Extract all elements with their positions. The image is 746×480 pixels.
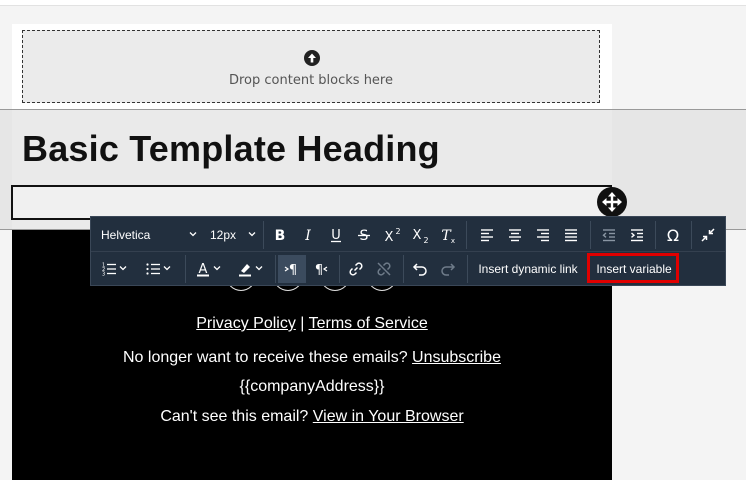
align-right-icon[interactable]: [529, 219, 557, 251]
strikethrough-icon[interactable]: S: [350, 219, 378, 251]
top-bar: [0, 0, 746, 6]
upload-arrow-icon: [304, 50, 320, 66]
svg-text:x: x: [451, 237, 455, 243]
svg-text:I: I: [304, 228, 311, 243]
collapse-icon[interactable]: [694, 219, 722, 251]
svg-text:3: 3: [102, 272, 105, 278]
svg-text:U: U: [331, 228, 341, 243]
text-color-icon[interactable]: A: [189, 254, 229, 284]
company-address: {{companyAddress}}: [239, 378, 385, 395]
clear-format-icon[interactable]: Tx: [434, 219, 462, 251]
font-family-select[interactable]: Helvetica: [91, 219, 203, 251]
unsubscribe-line: No longer want to receive these emails? …: [12, 349, 612, 367]
bold-icon[interactable]: B: [266, 219, 294, 251]
ltr-icon[interactable]: ¶: [278, 255, 306, 283]
toolbar-divider: [691, 221, 692, 249]
svg-text:2: 2: [395, 227, 400, 236]
font-size-value: 12px: [210, 228, 237, 242]
toolbar-divider: [185, 255, 186, 283]
privacy-policy-link[interactable]: Privacy Policy: [196, 315, 296, 332]
italic-icon[interactable]: I: [294, 219, 322, 251]
align-left-icon[interactable]: [473, 219, 501, 251]
browser-line: Can't see this email? View in Your Brows…: [12, 408, 612, 426]
bullet-list-icon[interactable]: [139, 254, 179, 284]
toolbar-divider: [467, 255, 468, 283]
outdent-icon[interactable]: [595, 219, 623, 251]
link-icon[interactable]: [342, 255, 370, 283]
svg-text:¶: ¶: [289, 263, 297, 277]
svg-text:2: 2: [423, 236, 428, 243]
terms-of-service-link[interactable]: Terms of Service: [309, 315, 428, 332]
align-center-icon[interactable]: [501, 219, 529, 251]
link-separator: |: [300, 315, 305, 332]
toolbar-divider: [655, 221, 656, 249]
justify-icon[interactable]: [557, 219, 585, 251]
svg-text:Ω: Ω: [667, 227, 679, 243]
redo-icon[interactable]: [434, 255, 462, 283]
drop-zone-label: Drop content blocks here: [228, 73, 393, 88]
toolbar-divider: [590, 221, 591, 249]
chevron-down-icon: [187, 228, 199, 243]
chevron-down-icon: [211, 262, 223, 277]
subscript-icon[interactable]: X2: [406, 219, 434, 251]
rtl-icon[interactable]: ¶: [306, 255, 334, 283]
move-icon[interactable]: [597, 187, 627, 217]
svg-text:¶: ¶: [315, 263, 323, 277]
highlight-icon[interactable]: [231, 254, 271, 284]
chevron-down-icon: [246, 228, 258, 243]
footer-links: Privacy Policy | Terms of Service: [12, 315, 612, 333]
template-heading[interactable]: Basic Template Heading: [22, 128, 440, 170]
numbered-list-icon[interactable]: 123: [95, 254, 135, 284]
chevron-down-icon: [161, 262, 173, 277]
browser-prefix: Can't see this email?: [160, 408, 309, 425]
toolbar-divider: [339, 255, 340, 283]
svg-text:B: B: [275, 228, 286, 243]
unlink-icon[interactable]: [370, 255, 398, 283]
highlight-box: [587, 253, 679, 283]
unsubscribe-prefix: No longer want to receive these emails?: [123, 349, 408, 366]
svg-text:X: X: [413, 228, 422, 243]
drop-zone[interactable]: [22, 30, 600, 103]
toolbar-divider: [403, 255, 404, 283]
toolbar-divider: [275, 255, 276, 283]
special-char-icon[interactable]: Ω: [659, 219, 687, 251]
view-in-browser-link[interactable]: View in Your Browser: [313, 408, 464, 425]
insert-dynamic-link-button[interactable]: Insert dynamic link: [471, 255, 585, 283]
chevron-down-icon: [253, 262, 265, 277]
text-edit-area[interactable]: [11, 185, 612, 220]
font-family-value: Helvetica: [101, 228, 151, 242]
toolbar-row-divider: [91, 251, 725, 252]
chevron-down-icon: [117, 262, 129, 277]
font-size-select[interactable]: 12px: [205, 219, 261, 251]
unsubscribe-link[interactable]: Unsubscribe: [412, 349, 501, 366]
superscript-icon[interactable]: X2: [378, 219, 406, 251]
undo-icon[interactable]: [406, 255, 434, 283]
toolbar-divider: [466, 221, 467, 249]
indent-icon[interactable]: [623, 219, 651, 251]
toolbar-divider: [263, 221, 264, 249]
underline-icon[interactable]: U: [322, 219, 350, 251]
svg-text:X: X: [385, 230, 394, 243]
